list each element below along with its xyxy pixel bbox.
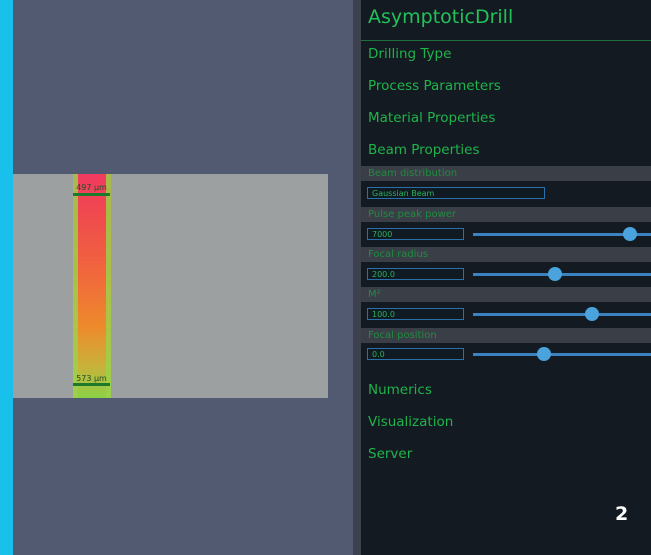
pulse-peak-power-slider-thumb[interactable]	[622, 227, 637, 241]
focal-position-slider[interactable]	[473, 347, 651, 361]
focal-position-slider-thumb[interactable]	[537, 347, 552, 361]
beam-distribution-header: Beam distribution	[361, 166, 651, 181]
focal-position-input[interactable]: 0.0	[367, 348, 464, 360]
section-drilling-type[interactable]: Drilling Type	[368, 46, 451, 62]
drill-viewport[interactable]: 497 µm 573 µm	[13, 0, 353, 555]
bottom-measurement-label: 573 µm	[76, 374, 107, 383]
title-divider	[361, 40, 651, 41]
beam-distribution-select[interactable]: Gaussian Beam	[367, 187, 545, 199]
focal-radius-slider-thumb[interactable]	[547, 267, 562, 281]
page-number: 2	[615, 503, 629, 525]
section-process-parameters[interactable]: Process Parameters	[368, 78, 501, 94]
m2-input[interactable]: 100.0	[367, 308, 464, 320]
section-server[interactable]: Server	[368, 446, 412, 462]
app-title: AsymptoticDrill	[368, 6, 514, 28]
m2-slider-thumb[interactable]	[585, 307, 600, 321]
section-numerics[interactable]: Numerics	[368, 382, 432, 398]
m2-header: M²	[361, 287, 651, 302]
section-visualization[interactable]: Visualization	[368, 414, 453, 430]
top-measurement-line	[73, 193, 110, 196]
material-sample: 497 µm 573 µm	[13, 174, 328, 398]
focal-radius-label: Focal radius	[368, 249, 429, 260]
left-accent-bar	[0, 0, 13, 555]
focal-radius-input[interactable]: 200.0	[367, 268, 464, 280]
bottom-measurement-line	[73, 383, 110, 386]
m2-label: M²	[368, 289, 381, 300]
focal-position-header: Focal position	[361, 328, 651, 343]
drill-hole	[73, 174, 111, 398]
focal-radius-header: Focal radius	[361, 247, 651, 262]
pulse-peak-power-input[interactable]: 7000	[367, 228, 464, 240]
control-panel: AsymptoticDrill Drilling Type Process Pa…	[361, 0, 651, 555]
top-measurement-label: 497 µm	[76, 183, 107, 192]
panel-splitter[interactable]	[353, 0, 361, 555]
pulse-peak-power-slider[interactable]	[473, 227, 651, 241]
beam-distribution-label: Beam distribution	[368, 168, 458, 179]
focal-radius-slider[interactable]	[473, 267, 651, 281]
focal-position-label: Focal position	[368, 330, 437, 341]
pulse-peak-power-label: Pulse peak power	[368, 209, 457, 220]
pulse-peak-power-header: Pulse peak power	[361, 207, 651, 222]
section-beam-properties[interactable]: Beam Properties	[368, 142, 480, 158]
m2-slider[interactable]	[473, 307, 651, 321]
section-material-properties[interactable]: Material Properties	[368, 110, 495, 126]
